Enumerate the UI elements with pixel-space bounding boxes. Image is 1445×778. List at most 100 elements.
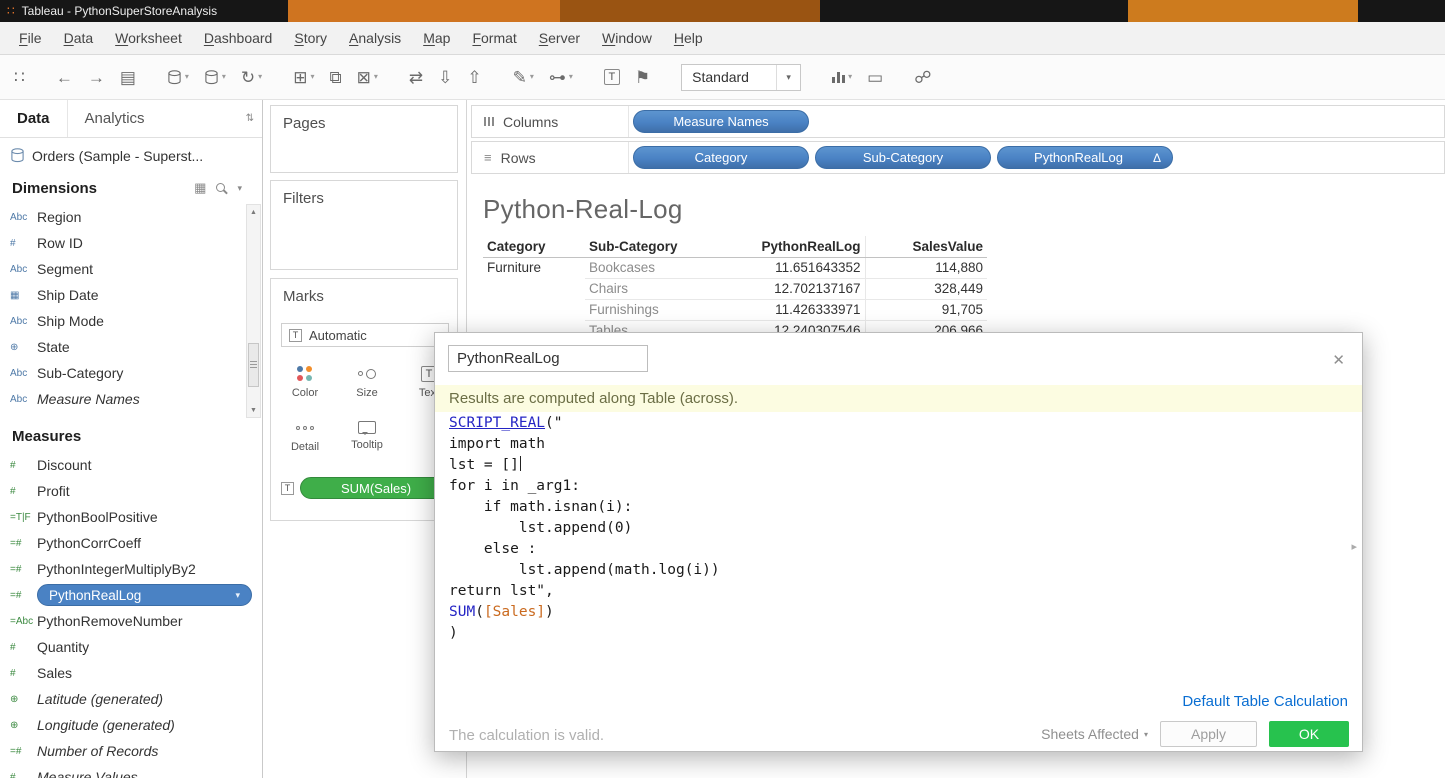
highlight-icon[interactable]: ✎▾ [513, 69, 534, 86]
pill-sub-category[interactable]: Sub-Category [815, 146, 991, 169]
tooltip-button[interactable]: Tooltip [343, 411, 391, 461]
field-measure-names[interactable]: AbcMeasure Names [0, 386, 244, 412]
abc-icon: Abc [10, 212, 37, 223]
scroll-down-icon[interactable]: ▼ [250, 403, 257, 417]
size-button[interactable]: Size [343, 357, 391, 407]
pill-sum-sales[interactable]: SUM(Sales) [300, 477, 452, 499]
field-number-of-records[interactable]: =#Number of Records [0, 738, 262, 764]
detail-button[interactable]: Detail [281, 411, 329, 461]
selected-field-pill[interactable]: PythonRealLog▾ [37, 584, 252, 606]
calc-bool-icon: =T|F [10, 512, 37, 523]
field-ship-date[interactable]: ▦Ship Date [0, 282, 244, 308]
table-calc-delta-icon: Δ [1153, 151, 1161, 165]
pill-measure-names[interactable]: Measure Names [633, 110, 809, 133]
presentation-mode-icon[interactable]: ▭ [867, 69, 883, 86]
menu-file[interactable]: File [8, 30, 53, 46]
columns-shelf[interactable]: Columns Measure Names [471, 105, 1445, 138]
field-quantity[interactable]: #Quantity [0, 634, 262, 660]
table-header-row: CategorySub-CategoryPythonRealLogSalesVa… [483, 236, 987, 257]
field-discount[interactable]: #Discount [0, 452, 262, 478]
formula-editor[interactable]: SCRIPT_REAL("import mathlst = []for i in… [449, 413, 720, 644]
datasource-item[interactable]: Orders (Sample - Superst... [0, 140, 262, 171]
pause-auto-updates-icon[interactable]: ▾ [204, 70, 226, 85]
search-icon[interactable] [215, 182, 228, 195]
field-row-id[interactable]: #Row ID [0, 230, 244, 256]
undo-icon[interactable]: ← [56, 69, 73, 86]
redo-icon[interactable]: → [88, 69, 105, 86]
field-pythonboolpositive[interactable]: =T|FPythonBoolPositive [0, 504, 262, 530]
mark-type-dropdown[interactable]: T Automatic ▾ [281, 323, 449, 347]
menu-analysis[interactable]: Analysis [338, 30, 412, 46]
field-state[interactable]: ⊕State [0, 334, 244, 360]
show-mark-labels-icon[interactable]: T [604, 69, 620, 85]
scrollbar-thumb[interactable] [248, 343, 259, 387]
caret-down-icon[interactable]: ▾ [235, 590, 240, 601]
apply-button[interactable]: Apply [1160, 721, 1257, 747]
menu-dashboard[interactable]: Dashboard [193, 30, 284, 46]
field-pythonremovenumber[interactable]: =AbcPythonRemoveNumber [0, 608, 262, 634]
field-sales[interactable]: #Sales [0, 660, 262, 686]
field-sub-category[interactable]: AbcSub-Category [0, 360, 244, 386]
caret-down-icon: ▾ [569, 73, 573, 81]
columns-pills: Measure Names [628, 106, 809, 137]
new-worksheet-icon[interactable]: ⊞▾ [293, 69, 314, 86]
expand-panel-icon[interactable]: ▸ [1351, 540, 1357, 553]
pane-sort-icon[interactable]: ⇅ [246, 113, 254, 124]
scroll-up-icon[interactable]: ▲ [250, 205, 257, 219]
save-icon[interactable]: ▤ [120, 69, 136, 86]
titlebar: ∷ Tableau - PythonSuperStoreAnalysis [0, 0, 1445, 22]
default-table-calculation-link[interactable]: Default Table Calculation [1182, 693, 1348, 710]
datasource-icon [10, 148, 25, 163]
field-longitude-generated[interactable]: ⊕Longitude (generated) [0, 712, 262, 738]
sort-ascending-icon[interactable]: ⇩ [438, 69, 452, 86]
menu-story[interactable]: Story [283, 30, 338, 46]
sheets-affected-dropdown[interactable]: Sheets Affected ▾ [1041, 726, 1148, 742]
view-mode-select[interactable]: Standard▾ [681, 64, 801, 91]
duplicate-sheet-icon[interactable]: ⧉ [329, 69, 341, 86]
sort-descending-icon[interactable]: ⇧ [467, 69, 481, 86]
pill-category[interactable]: Category [633, 146, 809, 169]
hash-icon: # [10, 460, 37, 471]
field-pythonintegermultiplyby2[interactable]: =#PythonIntegerMultiplyBy2 [0, 556, 262, 582]
tab-analytics[interactable]: Analytics [68, 100, 162, 137]
hash-icon: # [10, 772, 37, 778]
field-measure-values[interactable]: #Measure Values [0, 764, 262, 778]
run-auto-updates-icon[interactable]: ↻▾ [241, 69, 262, 86]
tooltip-icon [358, 421, 376, 434]
clear-sheet-icon[interactable]: ⊠▾ [357, 69, 378, 86]
menu-window[interactable]: Window [591, 30, 663, 46]
show-me-icon[interactable]: ▾ [832, 71, 852, 83]
pill-pythonreallog[interactable]: PythonRealLogΔ [997, 146, 1173, 169]
swap-rows-columns-icon[interactable]: ⇄ [409, 69, 423, 86]
hash-icon: # [10, 486, 37, 497]
menu-data[interactable]: Data [53, 30, 105, 46]
menu-help[interactable]: Help [663, 30, 714, 46]
menu-worksheet[interactable]: Worksheet [104, 30, 193, 46]
pages-card[interactable]: Pages [270, 105, 458, 173]
ok-button[interactable]: OK [1269, 721, 1349, 747]
menu-format[interactable]: Format [461, 30, 527, 46]
field-region[interactable]: AbcRegion [0, 204, 244, 230]
menu-server[interactable]: Server [528, 30, 591, 46]
tableau-logo-icon[interactable]: ∷ [14, 69, 25, 86]
calculation-name-input[interactable] [448, 345, 648, 372]
dimensions-scrollbar[interactable]: ▲ ▼ [246, 204, 261, 418]
field-pythoncorrcoeff[interactable]: =#PythonCorrCoeff [0, 530, 262, 556]
tab-data[interactable]: Data [0, 100, 68, 137]
attach-icon[interactable]: ⊶▾ [549, 69, 573, 86]
field-profit[interactable]: #Profit [0, 478, 262, 504]
field-ship-mode[interactable]: AbcShip Mode [0, 308, 244, 334]
caret-down-icon[interactable]: ▾ [237, 183, 242, 194]
share-icon[interactable]: ☍ [914, 69, 931, 86]
view-data-grid-icon[interactable]: ▦ [194, 180, 206, 196]
field-pythonreallog[interactable]: =#PythonRealLog▾ [0, 582, 262, 608]
new-datasource-icon[interactable]: ▾ [167, 70, 189, 85]
fix-axes-icon[interactable]: ⚑ [635, 69, 650, 86]
color-button[interactable]: Color [281, 357, 329, 407]
close-icon[interactable]: ✕ [1332, 351, 1345, 369]
field-segment[interactable]: AbcSegment [0, 256, 244, 282]
rows-shelf[interactable]: ≡ Rows CategorySub-CategoryPythonRealLog… [471, 141, 1445, 174]
field-latitude-generated[interactable]: ⊕Latitude (generated) [0, 686, 262, 712]
filters-card[interactable]: Filters [270, 180, 458, 270]
menu-map[interactable]: Map [412, 30, 461, 46]
